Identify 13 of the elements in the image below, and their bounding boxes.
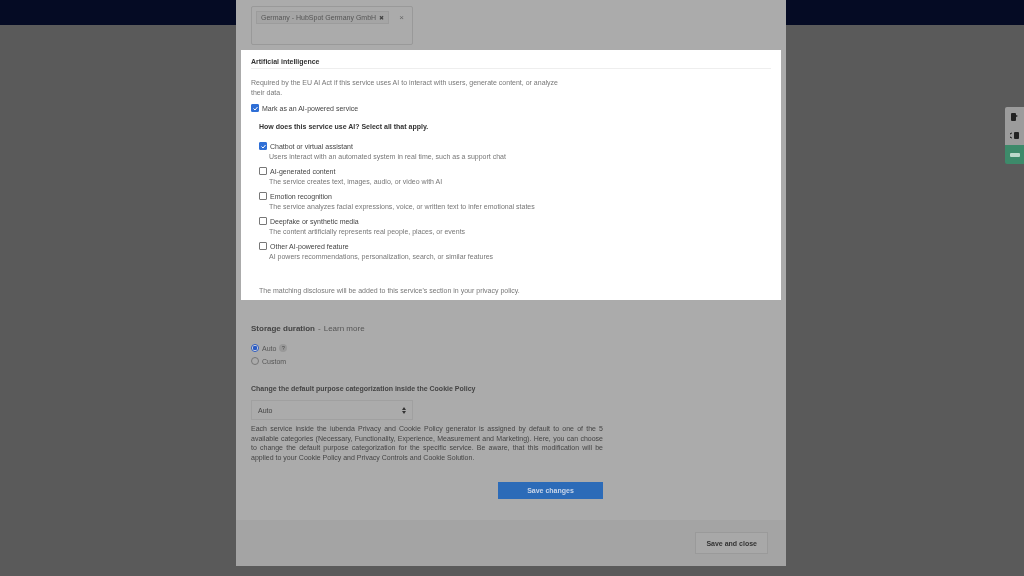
checkbox[interactable] [259, 217, 267, 225]
checkbox[interactable] [259, 242, 267, 250]
radio-button[interactable] [251, 344, 259, 352]
section-title: Storage duration [251, 324, 315, 333]
checkbox[interactable] [259, 142, 267, 150]
clear-button[interactable]: × [399, 13, 404, 22]
checkbox[interactable] [259, 192, 267, 200]
checkbox[interactable] [259, 167, 267, 175]
separator-text: - [318, 324, 321, 333]
document-icon[interactable] [1005, 107, 1024, 126]
sort-arrows-icon [402, 406, 406, 414]
checkbox[interactable] [251, 104, 259, 112]
learn-more-link[interactable]: Learn more [323, 324, 365, 333]
